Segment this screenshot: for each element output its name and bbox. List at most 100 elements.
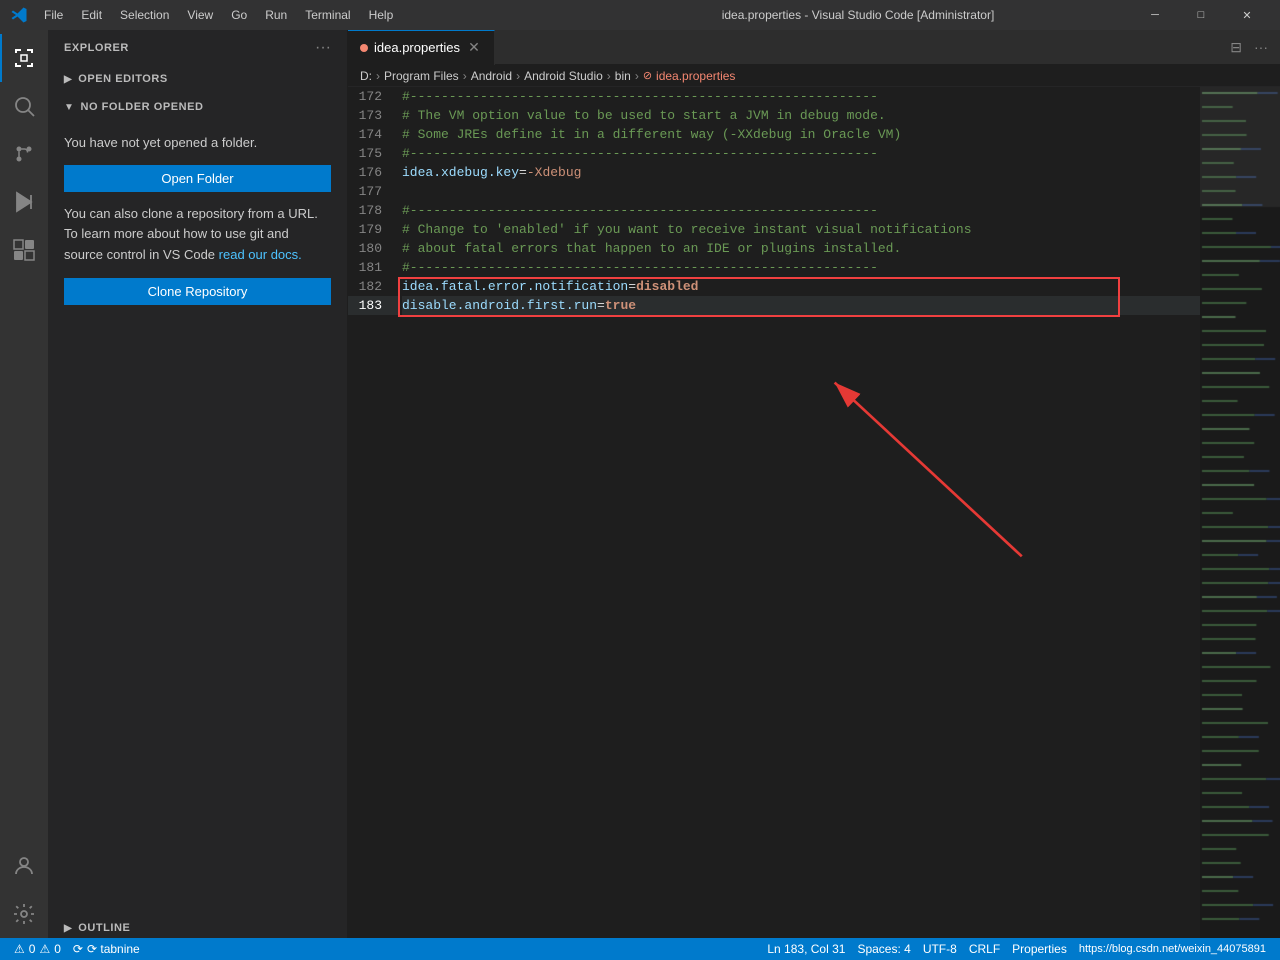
open-folder-button[interactable]: Open Folder (64, 165, 331, 192)
activity-search[interactable] (0, 82, 48, 130)
outline-section: ▶ OUTLINE (48, 918, 347, 938)
code-line-177 (402, 182, 1200, 201)
code-line-178: #---------------------------------------… (402, 201, 1200, 220)
status-link[interactable]: https://blog.csdn.net/weixin_44075891 (1073, 938, 1272, 960)
breadcrumb: D: › Program Files › Android › Android S… (348, 65, 1280, 87)
spaces-label: Spaces: 4 (857, 942, 910, 956)
status-language[interactable]: Properties (1006, 938, 1073, 960)
activity-explorer[interactable] (0, 34, 48, 82)
menu-view[interactable]: View (179, 6, 221, 24)
status-bar: ⚠ 0 ⚠ 0 ⟳ ⟳ tabnine Ln 183, Col 31 Space… (0, 938, 1280, 960)
warning-icon: ⚠ (39, 942, 50, 956)
code-line-173: # The VM option value to be used to star… (402, 106, 1200, 125)
split-editor-button[interactable]: ⊟ (1226, 37, 1246, 58)
breadcrumb-android[interactable]: Android (471, 69, 512, 83)
menu-run[interactable]: Run (257, 6, 295, 24)
status-line-ending[interactable]: CRLF (963, 938, 1006, 960)
open-editors-arrow-icon: ▶ (64, 74, 72, 85)
activity-bar (0, 30, 48, 938)
window-title: idea.properties - Visual Studio Code [Ad… (584, 8, 1132, 22)
activity-settings[interactable] (0, 890, 48, 938)
close-button[interactable]: ✕ (1224, 0, 1270, 30)
breadcrumb-bin[interactable]: bin (615, 69, 631, 83)
activity-account[interactable] (0, 842, 48, 890)
additional-text: You can also clone a repository from a U… (64, 204, 331, 266)
tab-error-dot (360, 44, 368, 52)
editor-content[interactable]: 172 173 174 175 176 177 178 179 180 181 … (348, 87, 1280, 938)
csdn-link: https://blog.csdn.net/weixin_44075891 (1079, 943, 1266, 955)
line-ending-label: CRLF (969, 942, 1000, 956)
error-icon: ⚠ (14, 942, 25, 956)
main-layout: EXPLORER ··· ▶ OPEN EDITORS ▼ NO FOLDER … (0, 30, 1280, 938)
status-tabnine[interactable]: ⟳ ⟳ tabnine (67, 938, 146, 960)
code-line-172: #---------------------------------------… (402, 87, 1200, 106)
sidebar-title: EXPLORER (64, 42, 129, 54)
titlebar: File Edit Selection View Go Run Terminal… (0, 0, 1280, 30)
warning-count: 0 (54, 942, 61, 956)
sidebar: EXPLORER ··· ▶ OPEN EDITORS ▼ NO FOLDER … (48, 30, 348, 938)
sidebar-menu-icon[interactable]: ··· (315, 39, 331, 57)
activity-source-control[interactable] (0, 130, 48, 178)
code-line-179: # Change to 'enabled' if you want to rec… (402, 220, 1200, 239)
code-line-182: idea.fatal.error.notification=disabled (402, 277, 1200, 296)
tabnine-label: ⟳ tabnine (87, 942, 140, 956)
tab-actions: ⊟ ··· (1218, 37, 1280, 58)
editor-area: idea.properties ✕ ⊟ ··· D: › Program Fil… (348, 30, 1280, 938)
vscode-logo-icon (10, 6, 28, 24)
status-line-col[interactable]: Ln 183, Col 31 (761, 938, 851, 960)
breadcrumb-android-studio[interactable]: Android Studio (524, 69, 603, 83)
menu-go[interactable]: Go (223, 6, 255, 24)
line-numbers: 172 173 174 175 176 177 178 179 180 181 … (348, 87, 398, 938)
tab-label: idea.properties (374, 40, 460, 55)
tab-bar: idea.properties ✕ ⊟ ··· (348, 30, 1280, 65)
clone-repository-button[interactable]: Clone Repository (64, 278, 331, 305)
open-editors-section: ▶ OPEN EDITORS (48, 65, 347, 93)
menu-edit[interactable]: Edit (73, 6, 110, 24)
maximize-button[interactable]: □ (1178, 0, 1224, 30)
code-line-181: #---------------------------------------… (402, 258, 1200, 277)
menu-terminal[interactable]: Terminal (297, 6, 358, 24)
tabnine-icon: ⟳ (73, 942, 83, 956)
outline-label: OUTLINE (78, 922, 130, 934)
status-encoding[interactable]: UTF-8 (917, 938, 963, 960)
code-line-176: idea.xdebug.key=-Xdebug (402, 163, 1200, 182)
breadcrumb-d[interactable]: D: (360, 69, 372, 83)
code-line-175: #---------------------------------------… (402, 144, 1200, 163)
activity-extensions[interactable] (0, 226, 48, 274)
outline-arrow-icon: ▶ (64, 923, 72, 934)
minimize-button[interactable]: ─ (1132, 0, 1178, 30)
no-folder-text1: You have not yet opened a folder. (64, 133, 331, 153)
breadcrumb-error-icon: ⊘ (643, 69, 652, 82)
code-area[interactable]: #---------------------------------------… (398, 87, 1200, 938)
tab-close-button[interactable]: ✕ (466, 40, 482, 56)
no-folder-content: You have not yet opened a folder. Open F… (48, 117, 347, 321)
breadcrumb-program-files[interactable]: Program Files (384, 69, 459, 83)
outline-header[interactable]: ▶ OUTLINE (48, 918, 347, 938)
encoding-label: UTF-8 (923, 942, 957, 956)
language-label: Properties (1012, 942, 1067, 956)
line-col-label: Ln 183, Col 31 (767, 942, 845, 956)
no-folder-section: ▼ NO FOLDER OPENED You have not yet open… (48, 93, 347, 325)
window-controls: ─ □ ✕ (1132, 0, 1270, 30)
no-folder-arrow-icon: ▼ (64, 102, 74, 113)
status-errors[interactable]: ⚠ 0 ⚠ 0 (8, 938, 67, 960)
read-docs-link[interactable]: read our docs. (219, 247, 302, 262)
menu-bar: File Edit Selection View Go Run Terminal… (36, 6, 584, 24)
open-editors-label: OPEN EDITORS (78, 73, 168, 85)
menu-help[interactable]: Help (361, 6, 402, 24)
sidebar-header: EXPLORER ··· (48, 30, 347, 65)
no-folder-label: NO FOLDER OPENED (80, 101, 203, 113)
no-folder-header[interactable]: ▼ NO FOLDER OPENED (48, 97, 347, 117)
breadcrumb-file[interactable]: idea.properties (656, 69, 735, 83)
tab-idea-properties[interactable]: idea.properties ✕ (348, 30, 495, 65)
more-actions-button[interactable]: ··· (1250, 37, 1272, 57)
code-line-180: # about fatal errors that happen to an I… (402, 239, 1200, 258)
minimap-canvas (1200, 87, 1280, 938)
status-spaces[interactable]: Spaces: 4 (851, 938, 916, 960)
activity-run[interactable] (0, 178, 48, 226)
menu-selection[interactable]: Selection (112, 6, 177, 24)
minimap (1200, 87, 1280, 938)
code-line-174: # Some JREs define it in a different way… (402, 125, 1200, 144)
open-editors-header[interactable]: ▶ OPEN EDITORS (48, 69, 347, 89)
menu-file[interactable]: File (36, 6, 71, 24)
